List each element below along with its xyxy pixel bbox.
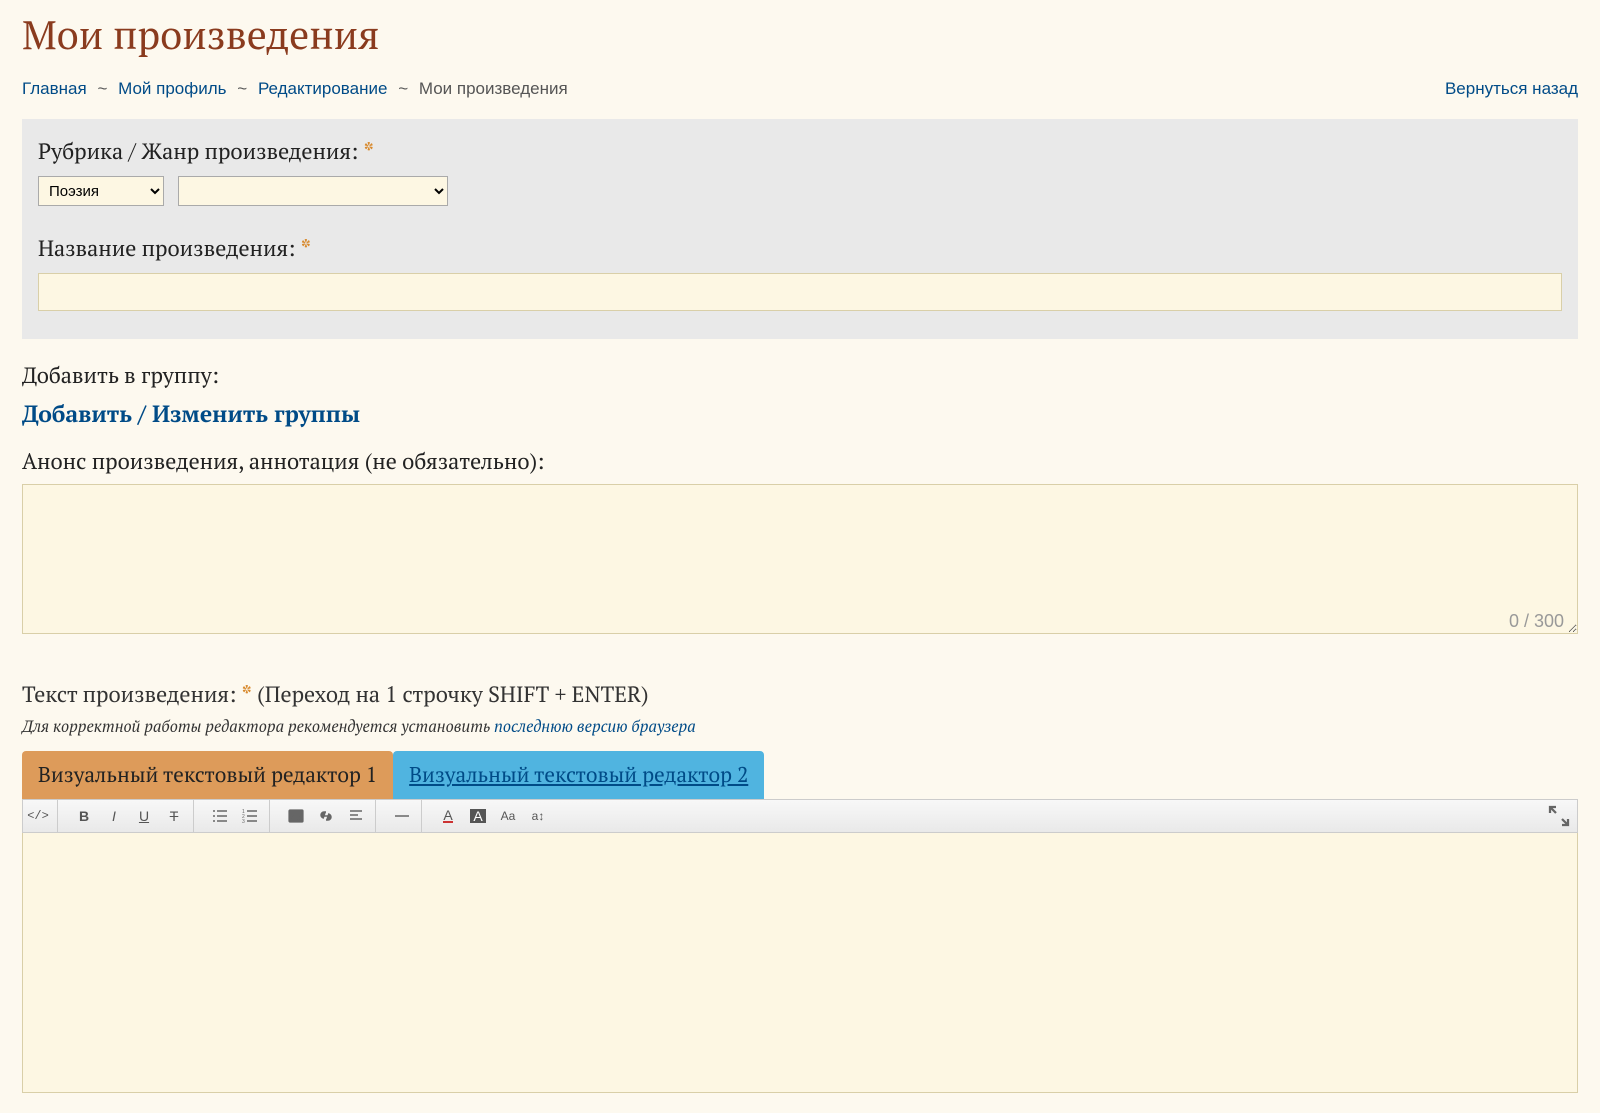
rubric-label-text: Рубрика / Жанр произведения: [38,137,358,166]
required-star-icon: * [301,234,311,263]
line-height-button[interactable]: a↕ [523,802,553,830]
link-button[interactable] [311,802,341,830]
title-label: Название произведения: * [38,234,1562,263]
breadcrumb-row: Главная ~ Мой профиль ~ Редактирование ~… [22,79,1578,99]
rubric-label: Рубрика / Жанр произведения: * [38,137,1562,166]
anons-label: Анонс произведения, аннотация (не обязат… [22,447,1578,476]
font-size-button[interactable]: Aa [493,802,523,830]
code-button[interactable]: </> [23,802,53,830]
toolbar-separator [421,800,431,832]
tab-editor-2[interactable]: Визуальный текстовый редактор 2 [393,751,764,799]
body-label: Текст произведения: * (Переход на 1 стро… [22,680,1578,709]
tab-editor-1[interactable]: Визуальный текстовый редактор 1 [22,751,393,799]
required-star-icon: * [242,680,252,709]
strikethrough-button[interactable]: T [159,802,189,830]
breadcrumb-editing[interactable]: Редактирование [258,79,388,98]
anons-textarea[interactable] [22,484,1578,634]
list-ul-icon [212,808,228,824]
required-star-icon: * [364,137,374,166]
breadcrumb-profile[interactable]: Мой профиль [118,79,226,98]
editor-note-text: Для корректной работы редактора рекоменд… [22,715,494,737]
list-ol-icon: 123 [242,808,258,824]
breadcrumb-sep: ~ [398,79,408,98]
page-title: Мои произведения [22,8,1578,61]
editor-note: Для корректной работы редактора рекоменд… [22,715,1578,737]
bg-color-button[interactable]: A [463,802,493,830]
underline-button[interactable]: U [129,802,159,830]
toolbar-separator [375,800,385,832]
image-button[interactable] [281,802,311,830]
svg-text:3: 3 [242,819,245,824]
numbered-list-button[interactable]: 123 [235,802,265,830]
expand-icon [1547,804,1571,828]
rubric-panel: Рубрика / Жанр произведения: * Поэзия На… [22,119,1578,339]
category-select[interactable]: Поэзия [38,176,164,206]
bulleted-list-button[interactable] [205,802,235,830]
breadcrumb-sep: ~ [97,79,107,98]
char-counter: 0 / 300 [1509,611,1564,632]
breadcrumb-current: Мои произведения [419,79,568,98]
toolbar-separator [57,800,67,832]
genre-select[interactable] [178,176,448,206]
title-label-text: Название произведения: [38,234,295,263]
breadcrumb: Главная ~ Мой профиль ~ Редактирование ~… [22,79,568,99]
body-hint: (Переход на 1 строчку SHIFT + ENTER) [257,680,648,709]
title-input[interactable] [38,273,1562,311]
fullscreen-button[interactable] [1547,804,1571,828]
breadcrumb-home[interactable]: Главная [22,79,87,98]
align-button[interactable] [341,802,371,830]
bold-button[interactable]: B [69,802,99,830]
group-label: Добавить в группу: [22,361,1578,390]
link-icon [318,808,334,824]
hr-icon [394,808,410,824]
browser-version-link[interactable]: последнюю версию браузера [494,715,696,737]
editor-body[interactable] [22,833,1578,1093]
editor-toolbar: </> B I U T 123 [22,799,1578,833]
body-label-text: Текст произведения: [22,680,236,709]
toolbar-separator [269,800,279,832]
breadcrumb-sep: ~ [237,79,247,98]
font-color-button[interactable]: A [433,802,463,830]
image-icon [288,808,304,824]
toolbar-separator [193,800,203,832]
horizontal-rule-button[interactable] [387,802,417,830]
align-icon [348,808,364,824]
add-change-groups-link[interactable]: Добавить / Изменить группы [22,398,360,429]
editor-tabs: Визуальный текстовый редактор 1 Визуальн… [22,751,1578,799]
back-link[interactable]: Вернуться назад [1445,79,1578,99]
italic-button[interactable]: I [99,802,129,830]
